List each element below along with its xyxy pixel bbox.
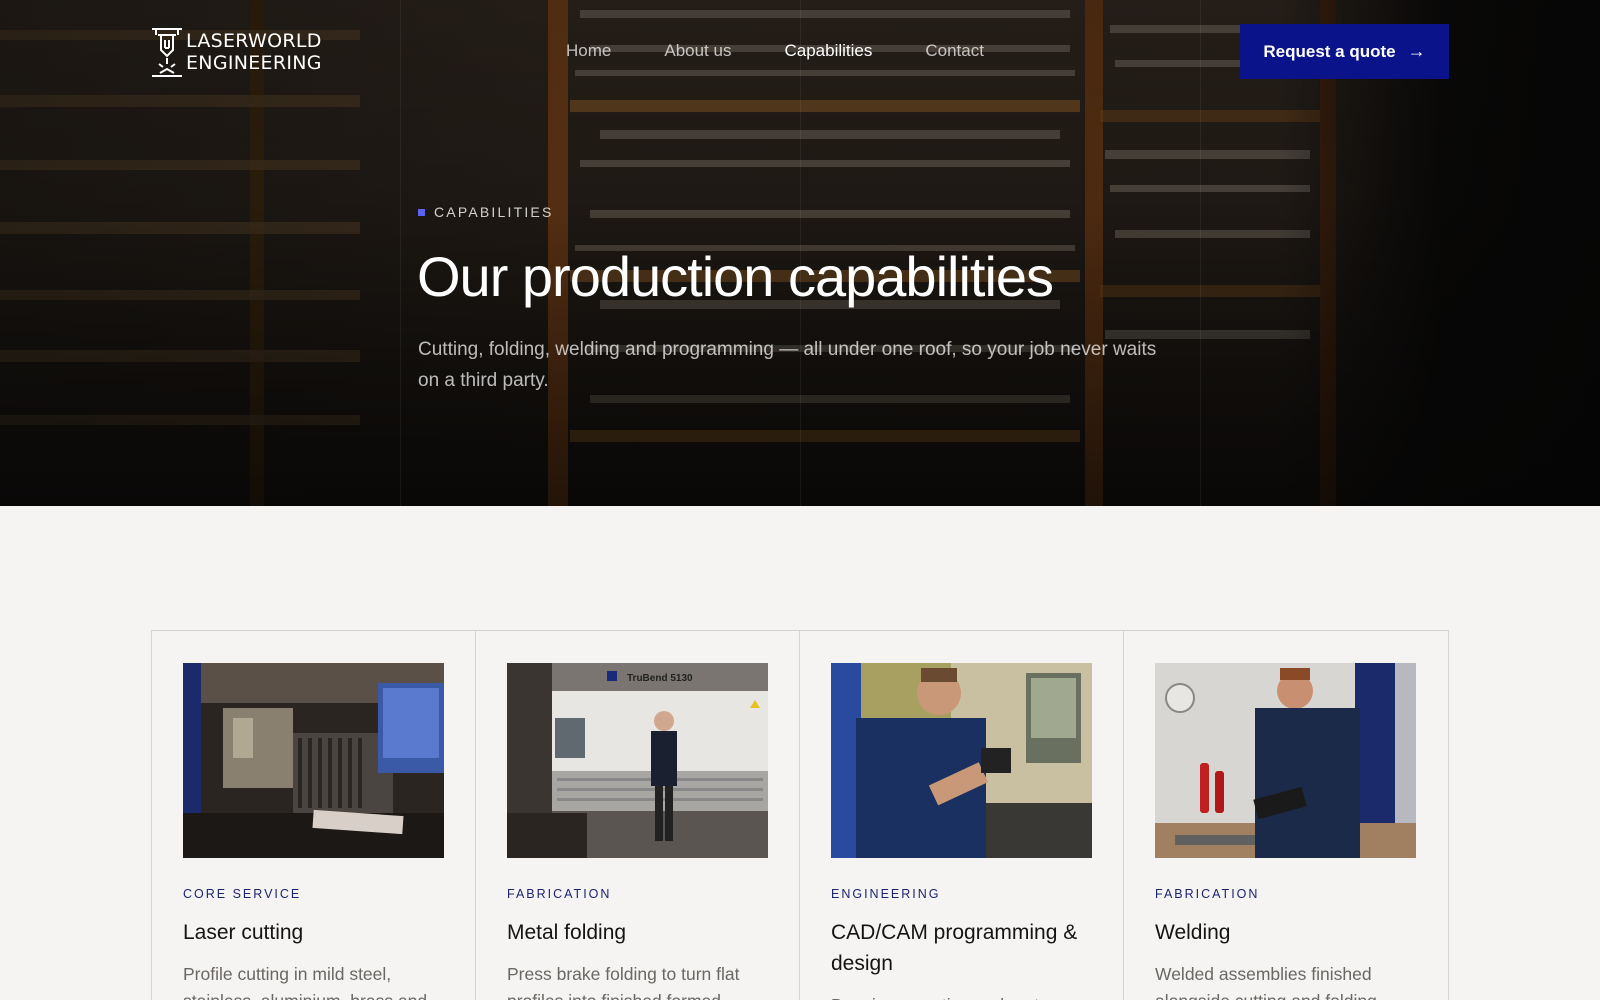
nav-item-capabilities[interactable]: Capabilities	[784, 40, 872, 62]
brand-line-2: ENGINEERING	[186, 52, 322, 74]
hero-subtitle: Cutting, folding, welding and programmin…	[418, 339, 1157, 391]
brand-logo[interactable]: LASERWORLD ENGINEERING	[150, 26, 330, 78]
page-title: Our production capabilities	[417, 245, 1054, 308]
nav-item-contact[interactable]: Contact	[925, 40, 984, 62]
capability-card-cad-cam[interactable]: ENGINEERING CAD/CAM programming & design…	[800, 631, 1124, 1000]
hero-eyebrow: CAPABILITIES	[418, 204, 554, 220]
hero-gridline	[400, 0, 401, 506]
nav-item-home[interactable]: Home	[566, 40, 611, 62]
capabilities-grid: CORE SERVICE Laser cutting Profile cutti…	[151, 630, 1449, 1000]
card-category: ENGINEERING	[831, 887, 941, 901]
card-category: FABRICATION	[1155, 887, 1260, 901]
cad-cam-photo	[831, 663, 1092, 858]
card-description: Press brake folding to turn flat profile…	[507, 964, 740, 1000]
welding-photo	[1155, 663, 1416, 858]
card-title: Laser cutting	[183, 921, 304, 944]
nav-item-about-us[interactable]: About us	[664, 40, 731, 62]
card-description: Welded assemblies finished alongside cut…	[1155, 964, 1377, 1000]
eyebrow-square-icon	[418, 208, 425, 216]
eyebrow-label: CAPABILITIES	[434, 204, 554, 220]
capability-card-welding[interactable]: FABRICATION Welding Welded assemblies fi…	[1124, 631, 1448, 1000]
card-title: Welding	[1155, 921, 1231, 944]
main-nav: Home About us Capabilities Contact	[566, 40, 1037, 62]
request-quote-label: Request a quote	[1263, 41, 1396, 61]
capability-card-laser-cutting[interactable]: CORE SERVICE Laser cutting Profile cutti…	[152, 631, 476, 1000]
capability-card-metal-folding[interactable]: TruBend 5130 FABRICATION Metal folding P…	[476, 631, 800, 1000]
hero-gridline	[1200, 0, 1201, 506]
card-description: Profile cutting in mild steel, stainless…	[183, 964, 427, 1000]
laser-head-icon	[152, 28, 182, 77]
brand-line-1: LASERWORLD	[186, 30, 322, 52]
brand-name: LASERWORLD ENGINEERING	[186, 30, 322, 74]
laser-cutting-photo	[183, 663, 444, 858]
machine-label: TruBend 5130	[627, 673, 693, 684]
card-description: Drawings, nesting and part development	[831, 992, 1093, 1000]
card-category: CORE SERVICE	[183, 887, 302, 901]
arrow-right-icon: →	[1407, 41, 1426, 61]
card-category: FABRICATION	[507, 887, 612, 901]
card-title: Metal folding	[507, 921, 627, 944]
request-quote-button[interactable]: Request a quote →	[1240, 24, 1449, 79]
card-title: CAD/CAM programming & design	[831, 921, 1078, 975]
metal-folding-photo: TruBend 5130	[507, 663, 768, 858]
hero-section: LASERWORLD ENGINEERING Home About us Cap…	[0, 0, 1600, 506]
